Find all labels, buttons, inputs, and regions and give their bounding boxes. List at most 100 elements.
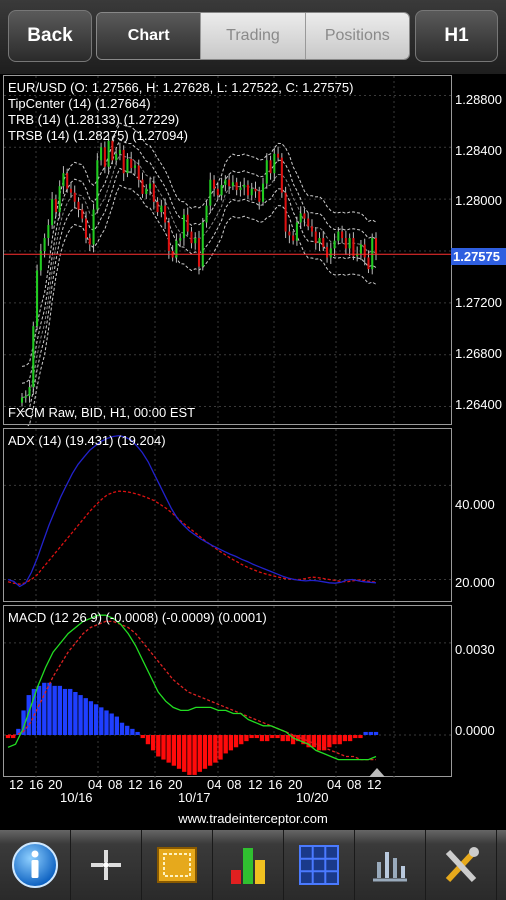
bear-candle	[277, 153, 280, 158]
bull-candle	[51, 199, 54, 226]
bull-candle	[201, 222, 204, 267]
macd-chart	[4, 606, 453, 778]
price-y-label: 1.28800	[455, 92, 502, 107]
bull-candle	[318, 238, 321, 244]
indicators-icon	[231, 848, 265, 884]
bear-candle	[367, 257, 370, 270]
scroll-end-icon[interactable]	[368, 766, 386, 778]
bear-candle	[280, 157, 283, 193]
chart-type-button[interactable]	[355, 830, 426, 900]
macd-pane[interactable]: MACD (12 26 9) (-0.0008) (-0.0009) (0.00…	[3, 605, 453, 778]
macd-hist-up-bar	[88, 701, 94, 735]
macd-hist-down-bar	[223, 735, 228, 754]
hour-label: 12	[248, 777, 263, 792]
bear-candle	[352, 238, 355, 257]
bull-candle	[133, 165, 137, 169]
adx-title: ADX (14) (19.431) (19.204)	[8, 433, 166, 448]
macd-hist-down-bar	[197, 735, 202, 772]
price-ohlc-info: EUR/USD (O: 1.27566, H: 1.27628, L: 1.27…	[8, 80, 354, 95]
timeframe-button[interactable]: H1	[415, 10, 498, 62]
bear-candle	[77, 201, 80, 210]
adx-di-line	[7, 490, 377, 585]
macd-hist-down-bar	[213, 735, 218, 763]
bear-candle	[81, 209, 84, 219]
bull-candle	[36, 270, 39, 327]
macd-hist-down-bar	[145, 735, 151, 745]
hour-label: 08	[227, 777, 242, 792]
macd-hist-down-bar	[311, 735, 316, 748]
tab-chart[interactable]: Chart	[97, 13, 201, 59]
footer-url[interactable]: www.tradeinterceptor.com	[0, 811, 506, 826]
bull-candle	[359, 244, 362, 254]
macd-hist-down-bar	[202, 735, 208, 769]
macd-title: MACD (12 26 9) (-0.0008) (-0.0009) (0.00…	[8, 610, 267, 625]
macd-hist-down-bar	[316, 735, 322, 751]
macd-hist-down-bar	[249, 735, 254, 739]
top-toolbar: Back Chart Trading Positions H1	[0, 0, 506, 74]
bull-candle	[329, 248, 332, 258]
bull-candle	[149, 183, 152, 189]
macd-hist-down-bar	[176, 735, 182, 769]
bear-candle	[156, 201, 159, 213]
bear-candle	[73, 192, 76, 202]
feed-info: FXCM Raw, BID, H1, 00:00 EST	[8, 405, 196, 420]
back-button[interactable]: Back	[8, 10, 92, 62]
bull-candle	[250, 188, 253, 196]
macd-hist-down-bar	[358, 735, 363, 739]
bear-candle	[288, 231, 291, 236]
bull-candle	[24, 396, 27, 398]
grid-button[interactable]	[284, 830, 355, 900]
bear-candle	[314, 231, 317, 244]
bear-candle	[341, 231, 344, 239]
macd-hist-down-bar	[218, 735, 223, 760]
trsb-info: TRSB (14) (1.28275) (1.27094)	[8, 128, 188, 143]
macd-hist-down-bar	[161, 735, 166, 760]
bull-candle	[337, 231, 340, 241]
macd-hist-up-bar	[93, 704, 99, 735]
price-chart-pane[interactable]: EUR/USD (O: 1.27566, H: 1.27628, L: 1.27…	[3, 75, 453, 426]
macd-hist-down-bar	[207, 735, 213, 766]
bull-candle	[273, 153, 276, 174]
tab-trading[interactable]: Trading	[200, 13, 305, 59]
bull-candle	[194, 238, 197, 244]
bear-candle	[228, 179, 231, 187]
zoom-icon	[157, 847, 197, 883]
bear-candle	[292, 235, 295, 241]
macd-hist-up-bar	[368, 731, 373, 735]
bull-candle	[239, 187, 242, 191]
info-icon	[12, 842, 58, 888]
macd-hist-up-bar	[109, 713, 114, 735]
macd-hist-down-bar	[156, 735, 161, 757]
bear-candle	[190, 231, 193, 244]
macd-hist-up-bar	[135, 731, 140, 735]
zoom-button[interactable]	[142, 830, 213, 900]
bear-candle	[88, 238, 91, 245]
macd-hist-up-bar	[125, 725, 130, 735]
macd-hist-down-bar	[244, 735, 249, 742]
bear-candle	[344, 238, 347, 249]
macd-hist-down-bar	[150, 735, 156, 751]
bull-candle	[179, 238, 182, 241]
trb-info: TRB (14) (1.28133) (1.27229)	[8, 112, 180, 127]
bull-candle	[160, 205, 163, 213]
info-button[interactable]	[0, 830, 71, 900]
bull-candle	[175, 240, 178, 258]
crosshair-button[interactable]	[71, 830, 142, 900]
tab-positions[interactable]: Positions	[304, 13, 409, 59]
bottom-toolbar	[0, 830, 506, 900]
bear-candle	[254, 188, 257, 192]
bull-candle	[182, 214, 185, 239]
bear-candle	[197, 238, 201, 267]
macd-hist-up-bar	[78, 695, 83, 735]
bull-candle	[58, 186, 61, 213]
macd-hist-up-bar	[47, 682, 52, 735]
macd-hist-down-bar	[332, 735, 337, 745]
macd-hist-down-bar	[187, 735, 192, 775]
adx-pane[interactable]: ADX (14) (19.431) (19.204)	[3, 428, 453, 603]
settings-button[interactable]	[426, 830, 497, 900]
price-y-label: 1.27200	[455, 295, 502, 310]
macd-hist-down-bar	[228, 735, 234, 751]
bear-candle	[307, 218, 310, 227]
indicators-button[interactable]	[213, 830, 284, 900]
macd-hist-down-bar	[254, 735, 259, 739]
